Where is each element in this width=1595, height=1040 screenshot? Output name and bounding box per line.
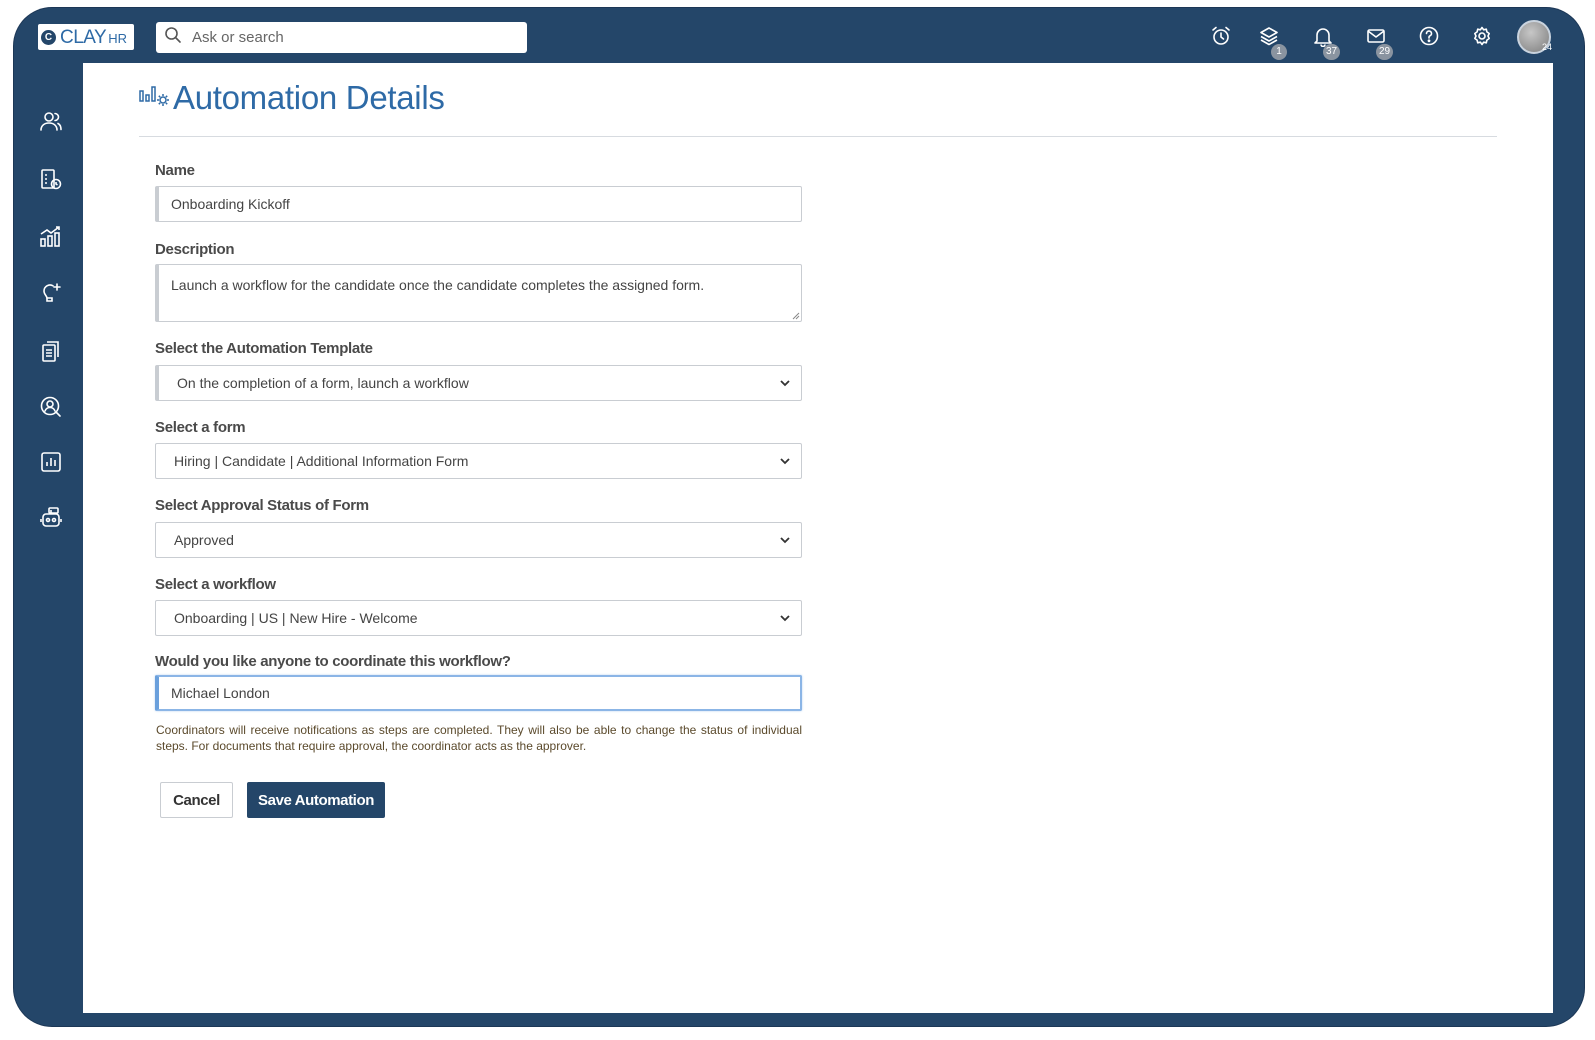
chevron-down-icon (780, 615, 790, 622)
description-wrapper: Launch a workflow for the candidate once… (155, 264, 802, 322)
mail-icon[interactable]: 29 (1364, 24, 1394, 60)
form-select[interactable]: Hiring | Candidate | Additional Informat… (155, 443, 802, 479)
logo-name: CLAY (60, 26, 107, 48)
coordinator-field[interactable] (155, 675, 802, 711)
chevron-down-icon (780, 380, 790, 387)
help-icon[interactable] (1417, 24, 1441, 48)
cancel-button[interactable]: Cancel (160, 782, 233, 818)
template-label: Select the Automation Template (155, 340, 373, 357)
coordinator-help-text: Coordinators will receive notifications … (156, 723, 802, 753)
description-label: Description (155, 241, 235, 258)
template-selected-value: On the completion of a form, launch a wo… (177, 375, 469, 391)
search-input[interactable] (190, 28, 514, 47)
lightbulb-icon[interactable] (38, 281, 64, 307)
avatar-badge: 24 (1542, 42, 1553, 52)
report-icon[interactable] (38, 449, 64, 475)
logo-mark: C (41, 29, 56, 45)
layers-icon[interactable]: 1 (1257, 24, 1287, 60)
form-label: Select a form (155, 419, 246, 436)
form-selected-value: Hiring | Candidate | Additional Informat… (174, 453, 469, 469)
name-field[interactable] (155, 186, 802, 222)
bell-badge: 37 (1323, 44, 1341, 60)
save-automation-button[interactable]: Save Automation (247, 782, 385, 818)
resize-handle-icon[interactable] (792, 312, 800, 320)
page-title: Automation Details (173, 79, 445, 116)
main-content: Automation Details Name Description Laun… (83, 63, 1553, 1013)
bell-icon[interactable]: 37 (1311, 24, 1341, 60)
search-box[interactable] (156, 22, 527, 53)
logo-suffix: HR (108, 31, 128, 46)
people-icon[interactable] (38, 109, 64, 135)
mail-badge: 29 (1376, 44, 1394, 60)
alarm-clock-icon[interactable] (1209, 24, 1233, 48)
chevron-down-icon (780, 458, 790, 465)
automation-icon (139, 81, 171, 111)
description-field[interactable]: Launch a workflow for the candidate once… (155, 264, 802, 322)
coordinator-label: Would you like anyone to coordinate this… (155, 653, 511, 670)
approval-select[interactable]: Approved (155, 522, 802, 558)
clayhr-logo[interactable]: C CLAY HR (38, 24, 134, 50)
title-divider (139, 136, 1497, 137)
workflow-label: Select a workflow (155, 576, 276, 593)
document-clock-icon[interactable] (38, 167, 64, 193)
search-icon (164, 26, 182, 49)
template-select[interactable]: On the completion of a form, launch a wo… (155, 365, 802, 401)
workflow-select[interactable]: Onboarding | US | New Hire - Welcome (155, 600, 802, 636)
workflow-selected-value: Onboarding | US | New Hire - Welcome (174, 610, 418, 626)
name-label: Name (155, 162, 195, 179)
gear-icon[interactable] (1470, 24, 1494, 48)
robot-icon[interactable] (38, 505, 64, 531)
approval-label: Select Approval Status of Form (155, 497, 369, 514)
approval-selected-value: Approved (174, 532, 234, 548)
bar-chart-growth-icon[interactable] (38, 224, 64, 250)
chevron-down-icon (780, 537, 790, 544)
layers-badge: 1 (1271, 44, 1287, 60)
app-window: C CLAY HR 1 37 29 (14, 8, 1584, 1026)
top-bar: C CLAY HR 1 37 29 (14, 8, 1584, 63)
user-search-icon[interactable] (38, 394, 64, 420)
documents-icon[interactable] (38, 339, 64, 365)
